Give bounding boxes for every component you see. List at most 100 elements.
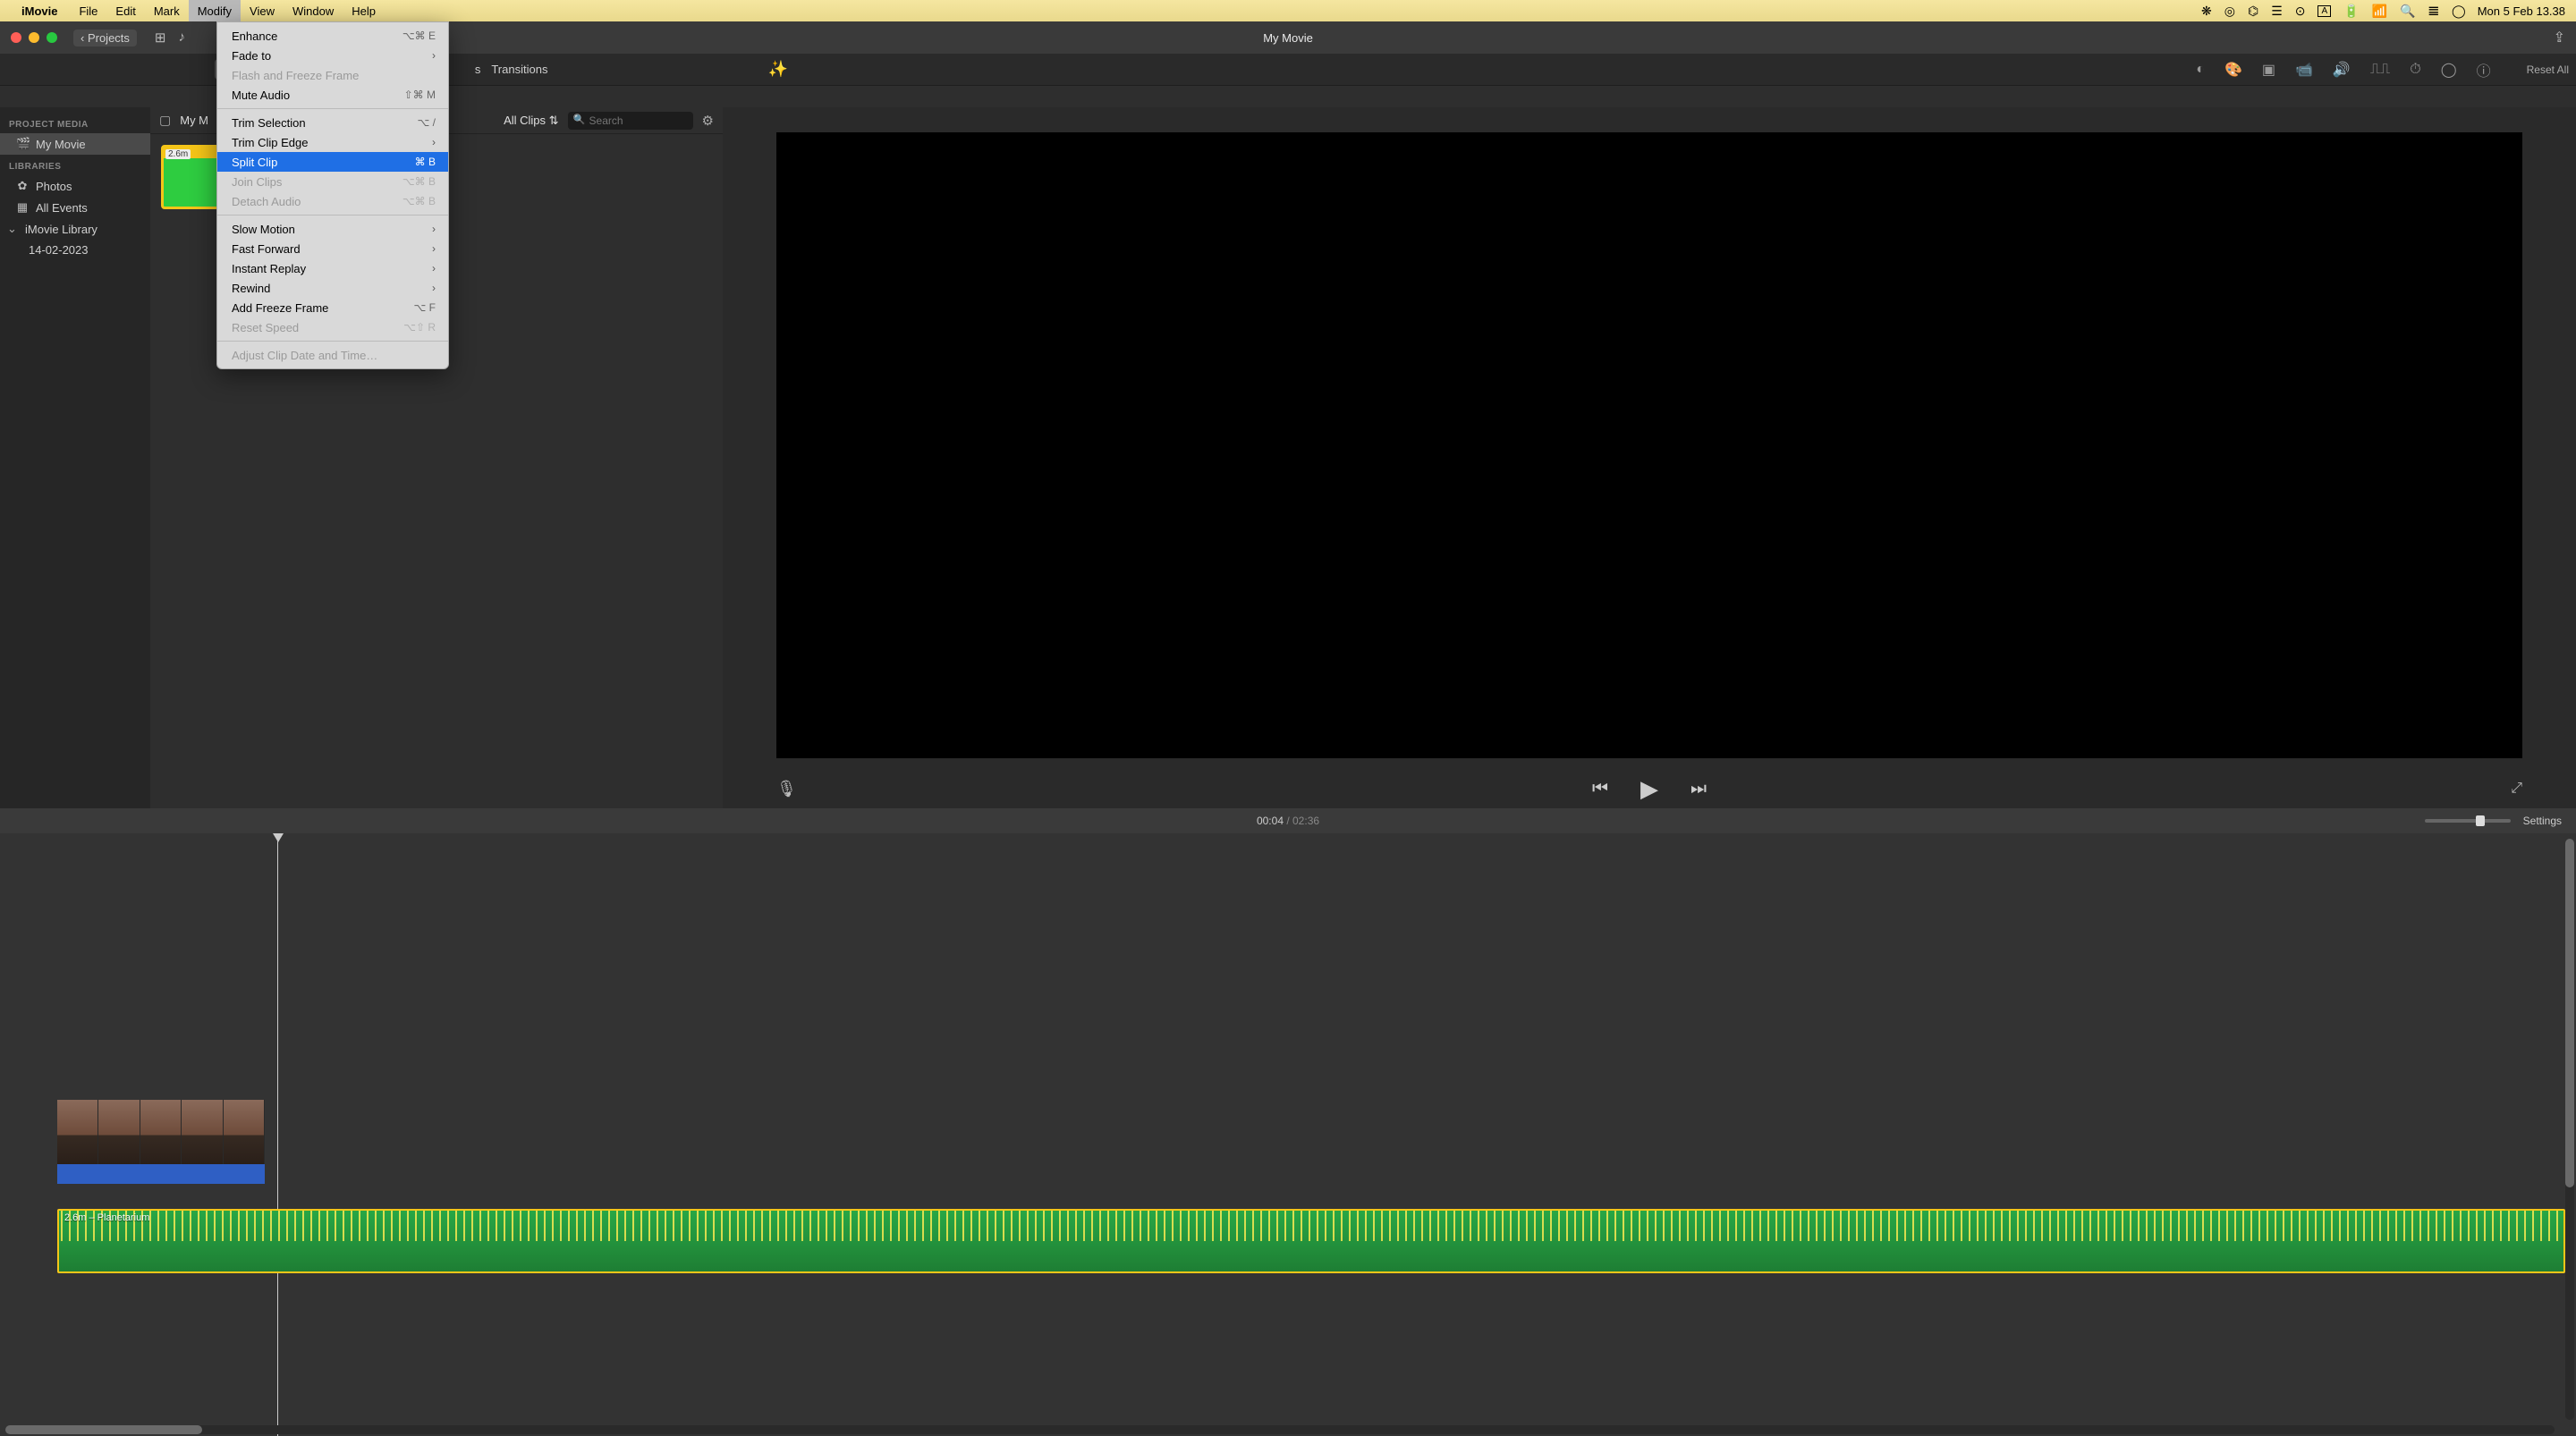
sidebar-item-my-movie[interactable]: 🎬 My Movie bbox=[0, 133, 150, 155]
menu-edit[interactable]: Edit bbox=[106, 0, 144, 21]
media-view-icon[interactable]: ⊞ bbox=[155, 30, 166, 46]
menu-mark[interactable]: Mark bbox=[145, 0, 189, 21]
sidebar-item-photos[interactable]: ✿ Photos bbox=[0, 175, 150, 197]
time-total: 02:36 bbox=[1292, 815, 1319, 827]
menu-item-label: Detach Audio bbox=[232, 195, 402, 208]
status-icon[interactable]: ◎ bbox=[2224, 4, 2235, 19]
gear-icon[interactable]: ⚙ bbox=[702, 113, 714, 129]
menu-file[interactable]: File bbox=[70, 0, 106, 21]
equalizer-icon[interactable]: ⎍⎍ bbox=[2370, 62, 2390, 78]
menu-item-shortcut: ⌥ / bbox=[418, 116, 436, 129]
disclosure-triangle-icon[interactable]: ⌄ bbox=[7, 222, 16, 236]
minimize-button[interactable] bbox=[29, 32, 39, 43]
menu-item-add-freeze-frame[interactable]: Add Freeze Frame⌥ F bbox=[217, 298, 448, 317]
menu-item-label: Trim Selection bbox=[232, 116, 418, 130]
menu-window[interactable]: Window bbox=[284, 0, 343, 21]
menu-item-label: Adjust Clip Date and Time… bbox=[232, 349, 436, 362]
sidebar-item-event-date[interactable]: 14-02-2023 bbox=[0, 240, 150, 260]
timeline-v-scrollbar[interactable] bbox=[2565, 839, 2574, 1420]
enhance-wand-icon[interactable]: ✨ bbox=[767, 60, 787, 79]
modify-dropdown: Enhance⌥⌘ EFade to›Flash and Freeze Fram… bbox=[216, 21, 449, 369]
info-icon[interactable]: ⓘ bbox=[2477, 59, 2491, 80]
wifi-icon[interactable]: 📶 bbox=[2372, 4, 2387, 19]
sidebar-item-label: All Events bbox=[36, 201, 88, 215]
menu-item-trim-selection[interactable]: Trim Selection⌥ / bbox=[217, 113, 448, 132]
menu-item-shortcut: ⌥⇧ R bbox=[403, 321, 436, 334]
close-button[interactable] bbox=[11, 32, 21, 43]
battery-icon[interactable]: 🔋 bbox=[2343, 4, 2359, 19]
menu-item-slow-motion[interactable]: Slow Motion› bbox=[217, 219, 448, 239]
menu-modify[interactable]: Modify bbox=[189, 0, 241, 21]
volume-icon[interactable]: 🔊 bbox=[2333, 61, 2351, 79]
filter-icon[interactable]: ◯ bbox=[2441, 61, 2457, 79]
zoom-slider[interactable] bbox=[2425, 819, 2511, 823]
sidebar-section-libraries: LIBRARIES bbox=[0, 155, 150, 175]
app-name[interactable]: iMovie bbox=[21, 4, 57, 18]
sidebar-item-label: iMovie Library bbox=[25, 223, 97, 236]
sidebar-item-label: My Movie bbox=[36, 138, 86, 151]
menu-item-shortcut: ⌥ F bbox=[414, 301, 436, 314]
video-clip[interactable] bbox=[57, 1100, 265, 1184]
macos-menubar: iMovie File Edit Mark Modify View Window… bbox=[0, 0, 2576, 21]
menu-item-rewind[interactable]: Rewind› bbox=[217, 278, 448, 298]
timeline-h-scrollbar[interactable] bbox=[5, 1425, 2555, 1434]
window-controls bbox=[11, 32, 57, 43]
menu-item-label: Slow Motion bbox=[232, 223, 432, 236]
menubar-clock[interactable]: Mon 5 Feb 13.38 bbox=[2478, 4, 2565, 18]
status-icon[interactable]: ⊙ bbox=[2295, 4, 2306, 19]
back-to-projects-button[interactable]: ‹ Projects bbox=[73, 30, 137, 46]
playhead[interactable] bbox=[277, 833, 278, 1436]
fullscreen-icon[interactable]: ⤢ bbox=[2511, 781, 2522, 797]
viewer-canvas[interactable] bbox=[776, 132, 2522, 758]
share-icon[interactable]: ⇪ bbox=[2554, 29, 2565, 46]
tab-transitions[interactable]: Transitions bbox=[480, 59, 558, 80]
back-label: Projects bbox=[88, 31, 130, 45]
voiceover-icon[interactable]: 🎙 bbox=[776, 780, 797, 798]
play-button[interactable]: ▶ bbox=[1640, 775, 1658, 803]
reset-all-button[interactable]: Reset All bbox=[2527, 63, 2569, 76]
menu-help[interactable]: Help bbox=[343, 0, 385, 21]
control-center-icon[interactable]: 𝌆 bbox=[2428, 4, 2439, 19]
audio-view-icon[interactable]: ♪ bbox=[179, 30, 186, 46]
clapper-icon: 🎬 bbox=[16, 137, 29, 151]
next-button[interactable]: ⏭ bbox=[1690, 779, 1707, 799]
menu-item-instant-replay[interactable]: Instant Replay› bbox=[217, 258, 448, 278]
search-input[interactable] bbox=[568, 112, 693, 130]
sidebar-item-all-events[interactable]: ▦ All Events bbox=[0, 197, 150, 218]
sidebar-item-imovie-library[interactable]: ⌄ iMovie Library bbox=[0, 218, 150, 240]
status-icon[interactable]: ☰ bbox=[2271, 4, 2283, 19]
menu-item-label: Add Freeze Frame bbox=[232, 301, 414, 315]
menu-item-label: Reset Speed bbox=[232, 321, 403, 334]
dropdown-label: All Clips bbox=[504, 114, 546, 127]
stabilize-icon[interactable]: 📹 bbox=[2295, 61, 2313, 79]
menu-item-split-clip[interactable]: Split Clip⌘ B bbox=[217, 152, 448, 172]
crop-icon[interactable]: ▣ bbox=[2262, 61, 2275, 79]
audio-clip[interactable]: 2.6m – Planetarium bbox=[57, 1209, 2565, 1273]
clips-filter-dropdown[interactable]: All Clips ⇅ bbox=[504, 114, 558, 128]
timeline[interactable]: 2.6m – Planetarium bbox=[0, 833, 2576, 1436]
menu-item-fade-to[interactable]: Fade to› bbox=[217, 46, 448, 65]
menu-item-label: Rewind bbox=[232, 282, 432, 295]
menu-item-adjust-clip-date-and-time: Adjust Clip Date and Time… bbox=[217, 345, 448, 365]
prev-button[interactable]: ⏮ bbox=[1592, 779, 1608, 799]
siri-icon[interactable]: ◯ bbox=[2452, 4, 2466, 19]
zoom-button[interactable] bbox=[47, 32, 57, 43]
color-balance-icon[interactable]: ◐ bbox=[2196, 62, 2205, 78]
menu-item-fast-forward[interactable]: Fast Forward› bbox=[217, 239, 448, 258]
menu-item-enhance[interactable]: Enhance⌥⌘ E bbox=[217, 26, 448, 46]
spotlight-icon[interactable]: 🔍 bbox=[2400, 4, 2415, 19]
color-correct-icon[interactable]: 🎨 bbox=[2224, 61, 2242, 79]
timeline-settings-button[interactable]: Settings bbox=[2523, 815, 2562, 827]
menu-item-mute-audio[interactable]: Mute Audio⇧⌘ M bbox=[217, 85, 448, 105]
status-icon[interactable]: A bbox=[2318, 5, 2331, 17]
menu-item-shortcut: ⌥⌘ E bbox=[402, 30, 436, 42]
menu-item-label: Split Clip bbox=[232, 156, 415, 169]
time-current: 00:04 bbox=[1257, 815, 1284, 827]
status-icon[interactable]: ⌬ bbox=[2248, 4, 2258, 19]
sidebar-toggle-icon[interactable]: ▢ bbox=[159, 113, 171, 128]
speed-icon[interactable]: ⏱ bbox=[2410, 62, 2420, 78]
status-icon[interactable]: ❋ bbox=[2201, 4, 2212, 19]
menu-view[interactable]: View bbox=[241, 0, 284, 21]
menu-item-trim-clip-edge[interactable]: Trim Clip Edge› bbox=[217, 132, 448, 152]
browser-crumb[interactable]: My M bbox=[180, 114, 208, 127]
